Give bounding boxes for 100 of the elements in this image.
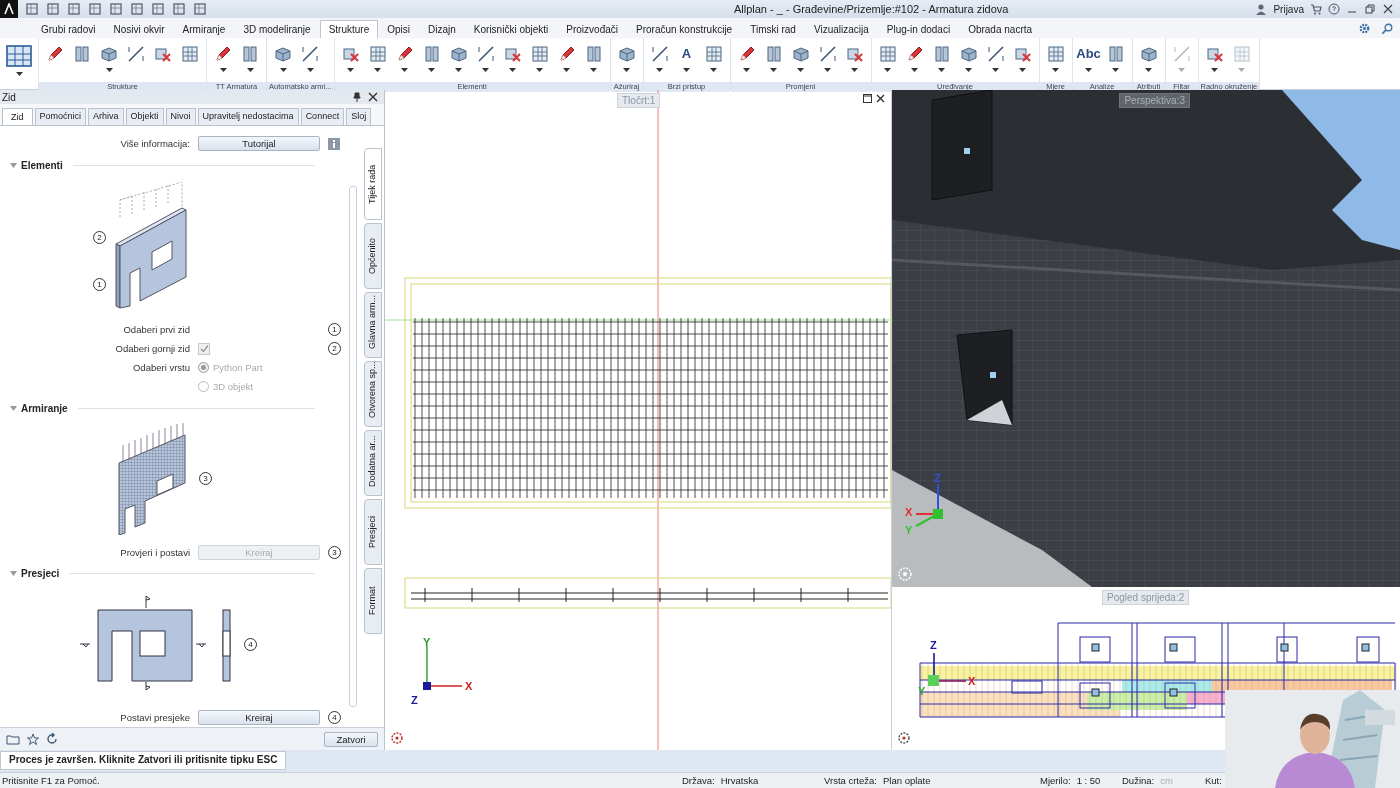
ribbon-tab[interactable]: Vizualizacija <box>804 20 878 38</box>
close-icon[interactable] <box>368 92 378 102</box>
info-icon[interactable] <box>328 137 340 150</box>
side-tab[interactable]: Otvorena sp... <box>364 361 382 427</box>
tutorial-button[interactable]: Tutorijal <box>198 136 320 152</box>
axis-gizmo-drawing <box>915 483 943 527</box>
window-title: Allplan - _ - Građevine/Prizemlje:#102 - Armatura zidova <box>732 3 1010 15</box>
caret-icon <box>590 68 598 72</box>
ribbon-tab[interactable]: Nosivi okvir <box>104 20 174 38</box>
sign-in-link[interactable]: Prijava <box>1273 3 1304 15</box>
side-tab[interactable]: Presjeci <box>364 499 382 565</box>
grid-icon <box>877 44 898 64</box>
folder-icon[interactable] <box>6 733 20 745</box>
collapse-icon[interactable] <box>10 405 17 411</box>
create-button[interactable]: Kreiraj <box>198 710 320 726</box>
line-icon <box>1171 44 1192 64</box>
axis-label: Z <box>930 639 937 651</box>
ribbon-tab[interactable]: Proračun konstrukcije <box>627 20 742 38</box>
restore-icon[interactable] <box>1364 3 1376 15</box>
close-button[interactable]: Zatvori <box>324 731 378 747</box>
tool-button[interactable]: Abc <box>1075 42 1102 82</box>
panel-tab[interactable]: Arhiva <box>88 108 124 125</box>
help-icon[interactable] <box>1328 3 1340 15</box>
side-tab[interactable]: Format <box>364 568 382 634</box>
close-icon[interactable] <box>876 94 885 103</box>
ribbon-tab[interactable]: Strukture <box>319 20 379 38</box>
line-icon <box>126 44 146 64</box>
viewport-title: Pogled sprijeda:2 <box>1102 590 1190 605</box>
viewport-title: Perspektiva:3 <box>1119 93 1190 108</box>
side-tab[interactable]: Tijek rada <box>364 148 382 220</box>
command-prompt: Proces je završen. Kliknite Zatvori ili pritisnite tipku ESC <box>0 751 287 770</box>
caret-icon <box>347 68 355 72</box>
user-icon[interactable] <box>1255 3 1268 15</box>
grid-icon <box>1045 44 1066 64</box>
navigation-icon[interactable] <box>391 732 403 744</box>
building-icon <box>5 44 33 68</box>
axis-label: X <box>465 680 473 692</box>
ribbon-tab[interactable]: Proizvođači <box>557 20 627 38</box>
status-text: Pritisnite F1 za Pomoć. <box>1 775 101 786</box>
search-icon[interactable] <box>1381 22 1394 35</box>
caret-icon <box>770 68 778 72</box>
toolbar-icon[interactable] <box>25 2 39 16</box>
toolbar-icon[interactable] <box>130 2 144 16</box>
toolbar-icon[interactable] <box>172 2 186 16</box>
ribbon-tab[interactable]: Opisi <box>378 20 420 38</box>
grid-icon <box>180 44 200 64</box>
panel-tab[interactable]: Zid <box>2 108 33 125</box>
cart-icon[interactable] <box>1310 3 1322 15</box>
block-icon <box>273 44 293 64</box>
panel-tab[interactable]: Upravitelj nedostacima <box>197 108 299 125</box>
close-icon[interactable] <box>1382 3 1394 15</box>
toolbar-icon[interactable] <box>193 2 207 16</box>
field-label: Provjeri i postavi <box>119 546 190 558</box>
caret-icon <box>623 68 631 72</box>
ribbon-tab[interactable]: Obrada nacrta <box>959 20 1042 38</box>
panel-tab[interactable]: Objekti <box>125 108 164 125</box>
maximize-icon[interactable] <box>863 94 872 103</box>
panel-tab[interactable]: Connect <box>300 108 345 125</box>
navigation-icon[interactable] <box>898 732 910 744</box>
caret-icon <box>911 68 919 72</box>
side-tab[interactable]: Općenito <box>364 223 382 289</box>
ribbon-tab[interactable]: Armiranje <box>173 20 235 38</box>
app-logo-icon[interactable] <box>0 0 18 18</box>
ribbon-tab[interactable]: Dizajn <box>419 20 465 38</box>
side-tab[interactable]: Glavna arm... <box>364 292 382 358</box>
panel-tab[interactable]: Pomoćnici <box>34 108 87 125</box>
wall-icon <box>72 44 92 64</box>
field-label: Odaberi gornji zid <box>114 343 190 355</box>
collapse-icon[interactable] <box>10 163 17 169</box>
grid-icon <box>367 44 388 64</box>
toolbar-icon[interactable] <box>109 2 123 16</box>
pin-icon[interactable] <box>352 92 362 102</box>
caret-icon <box>884 68 892 72</box>
ribbon-tab[interactable]: Grubi radovi <box>32 20 105 38</box>
grid-icon <box>1231 44 1252 64</box>
ribbon-tab[interactable]: Timski rad <box>741 20 805 38</box>
reset-icon[interactable] <box>46 733 58 745</box>
toolbar-icon[interactable] <box>88 2 102 16</box>
line-icon <box>649 44 670 64</box>
caret-icon <box>743 68 751 72</box>
settings-icon[interactable] <box>1358 22 1371 35</box>
toolbar-icon[interactable] <box>151 2 165 16</box>
line-icon <box>817 44 838 64</box>
caret-icon <box>306 68 314 72</box>
caret-icon <box>1238 68 1246 72</box>
pencil-icon <box>213 44 233 64</box>
ribbon-tab[interactable]: Plug-in dodaci <box>877 20 960 38</box>
block-icon <box>790 44 811 64</box>
panel-tab[interactable]: Sloj <box>346 108 372 125</box>
tool-button[interactable]: A <box>673 42 700 82</box>
ribbon-tab[interactable]: Korisnički objekti <box>464 20 558 38</box>
ribbon-tab[interactable]: 3D modeliranje <box>234 20 320 38</box>
toolbar-icon[interactable] <box>46 2 60 16</box>
collapse-icon[interactable] <box>10 571 17 577</box>
plan-viewport[interactable]: Tločrt:1 Y X Z <box>385 90 892 750</box>
star-icon[interactable] <box>26 733 40 745</box>
scrollbar[interactable] <box>349 186 357 707</box>
panel-tab[interactable]: Nivoi <box>165 108 196 125</box>
side-tab[interactable]: Dodatna ar... <box>364 430 382 496</box>
toolbar-icon[interactable] <box>67 2 81 16</box>
